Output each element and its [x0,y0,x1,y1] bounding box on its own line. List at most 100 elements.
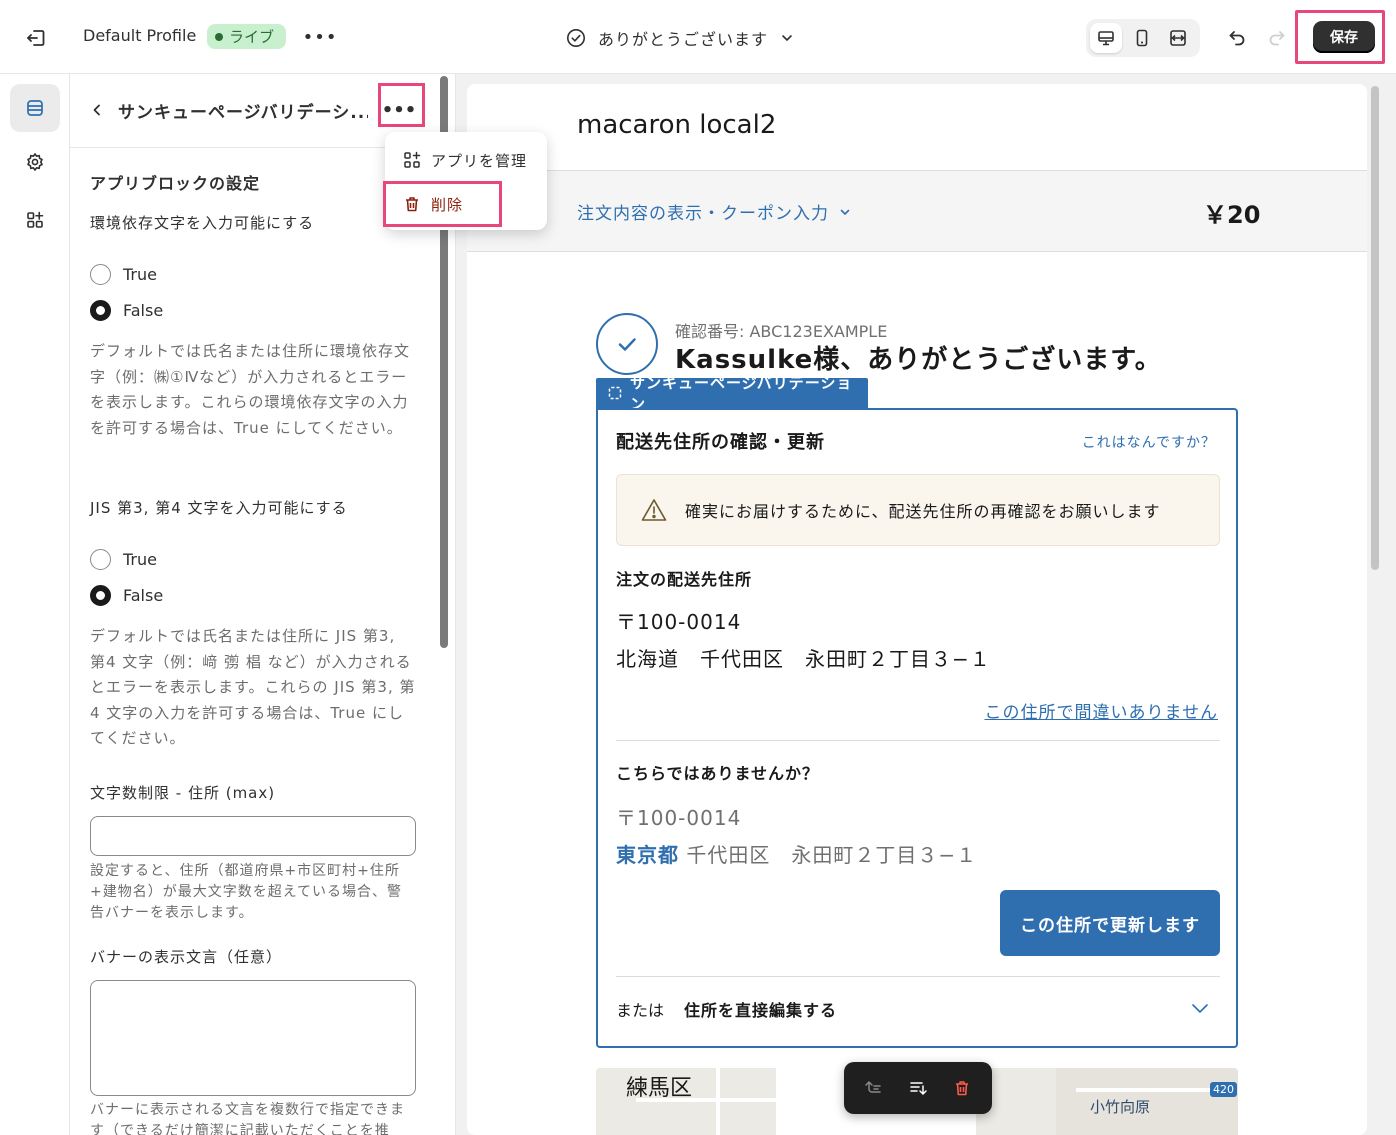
chevron-down-icon [840,209,850,215]
suggest-address-rest: 千代田区 永田町２丁目３−１ [686,843,978,867]
save-button[interactable]: 保存 [1313,21,1375,53]
mobile-view-button[interactable] [1126,23,1158,53]
section-title: アプリブロックの設定 [90,174,261,193]
fullwidth-view-button[interactable] [1162,23,1194,53]
env-chars-help: デフォルトでは氏名または住所に環境依存文字（例：㈱①Ⅳなど）が入力されるとエラー… [90,342,411,437]
suggest-prefecture: 東京都 [616,843,679,867]
warning-text: 確実にお届けするために、配送先住所の再確認をお願いします [685,502,1161,521]
apps-tab[interactable] [10,196,60,244]
redo-button[interactable] [1262,24,1292,52]
preview-scrollbar[interactable] [1371,86,1379,570]
chevron-left-icon [93,104,100,116]
radio-label: True [123,550,157,569]
apps-icon [404,151,421,168]
divider [616,740,1220,741]
radio-label: True [123,265,157,284]
order-postal-code: 〒100-0014 [616,610,742,634]
checkout-preview: macaron local2 注文内容の表示・クーポン入力 ￥20 確認番号: … [467,84,1367,1135]
warning-banner: 確実にお届けするために、配送先住所の再確認をお願いします [616,474,1220,546]
radio-circle [90,549,111,570]
suggest-postal-code: 〒100-0014 [616,806,742,830]
order-address-heading: 注文の配送先住所 [616,570,753,589]
manage-app-menu-item[interactable]: アプリを管理 [385,142,547,178]
delete-annotation-box [383,181,502,227]
order-summary-label: 注文内容の表示・クーポン入力 [577,204,829,224]
desktop-icon [1098,31,1114,46]
exit-icon [27,30,45,46]
live-status-badge: ライブ [207,24,287,49]
undo-icon [1229,31,1245,46]
address-max-input[interactable] [90,816,416,856]
dashed-square-icon [608,386,622,400]
gear-icon [27,153,43,171]
move-down-icon [910,1082,927,1096]
warning-icon [641,499,667,521]
block-floating-toolbar [844,1062,992,1114]
theme-settings-tab[interactable] [10,138,60,186]
address-max-label: 文字数制限 - 住所 (max) [90,784,276,802]
block-title: 配送先住所の確認・更新 [616,432,825,453]
radio-circle-selected [90,300,111,321]
env-chars-label: 環境依存文字を入力可能にする [90,214,315,232]
divider [616,976,1220,977]
banner-text-label: バナーの表示文言（任意） [90,948,283,966]
check-icon [618,338,636,351]
banner-text-input[interactable] [90,980,416,1096]
more-annotation-box [378,83,425,127]
or-label: または [616,1001,665,1020]
live-label: ライブ [229,28,275,46]
map-road [716,1068,720,1135]
radio-label: False [123,301,164,320]
address-validation-block: 配送先住所の確認・更新 これはなんですか？ 確実にお届けするために、配送先住所の… [596,408,1238,1048]
radio-circle-selected [90,585,111,606]
trash-icon [956,1081,968,1096]
editor-rail [0,74,70,1135]
exit-button[interactable] [22,24,50,52]
settings-panel: サンキューページバリデーシ... ••• アプリブロックの設定 環境依存文字を入… [70,74,456,1135]
update-address-button[interactable]: この住所で更新します [1000,890,1220,956]
order-summary-toggle[interactable]: 注文内容の表示・クーポン入力 [577,199,851,224]
device-preview-toggle [1086,19,1200,57]
map-label-nerima: 練馬区 [626,1076,693,1101]
sections-tab[interactable] [10,84,60,132]
edit-address-label: 住所を直接編集する [684,1001,838,1020]
move-down-button[interactable] [901,1071,935,1105]
undo-button[interactable] [1222,24,1252,52]
suggest-address-line: 東京都 千代田区 永田町２丁目３−１ [616,839,977,868]
circle-check-icon [567,29,585,47]
order-summary-bar: 注文内容の表示・クーポン入力 ￥20 [467,170,1367,252]
map-label-kotake: 小竹向原 [1090,1098,1151,1116]
banner-text-help: バナーに表示される文言を複数行で指定できます（できるだけ簡潔に記載いただくことを… [90,1102,405,1135]
jis-chars-help: デフォルトでは氏名または住所に JIS 第3, 第4 文字（例：﨑 彅 椙 など… [90,627,416,747]
live-dot [215,32,223,41]
order-address-line: 北海道 千代田区 永田町２丁目３−１ [616,647,991,671]
env-chars-false-radio[interactable]: False [90,300,163,321]
app-block-tab[interactable]: サンキューページバリデーション [596,374,868,413]
remove-block-button[interactable] [945,1071,979,1105]
page-selector[interactable]: ありがとうございます [566,24,794,52]
chevron-down-icon [1192,1004,1208,1014]
fullwidth-icon [1170,30,1186,46]
env-chars-true-radio[interactable]: True [90,264,157,285]
top-bar: Default Profile ライブ ••• ありがとうございます 保存 [0,0,1396,74]
profile-more-button[interactable]: ••• [303,24,337,50]
apps-icon [27,211,44,228]
confirmation-check-circle [596,313,658,375]
panel-title: サンキューページバリデーシ... [118,103,368,123]
sections-icon [27,100,43,116]
confirm-address-link[interactable]: この住所で間違いありません [985,698,1219,723]
page-selector-label: ありがとうございます [598,30,769,49]
redo-icon [1269,31,1285,46]
move-to-parent-button[interactable] [857,1071,891,1105]
jis-chars-false-radio[interactable]: False [90,585,163,606]
edit-address-toggle[interactable]: または 住所を直接編集する [616,994,1220,1024]
mobile-icon [1136,29,1148,47]
what-is-this-link[interactable]: これはなんですか？ [1082,432,1216,452]
shop-name: macaron local2 [577,110,777,140]
back-button[interactable] [86,98,108,122]
jis-chars-true-radio[interactable]: True [90,549,157,570]
map-route-badge: 420 [1210,1082,1237,1097]
desktop-view-button[interactable] [1090,23,1122,53]
radio-circle [90,264,111,285]
radio-label: False [123,586,164,605]
